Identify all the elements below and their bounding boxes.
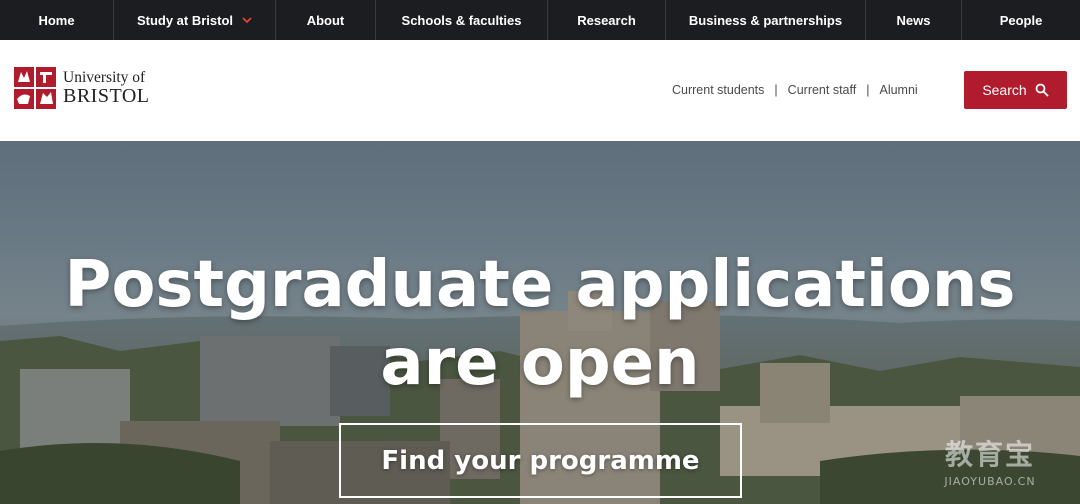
hero-banner: Postgraduate applications are open Find … <box>0 141 1080 504</box>
logo-line-1: University of <box>63 68 146 86</box>
hero-headline: Postgraduate applications are open <box>64 248 1016 400</box>
site-header: University of BRISTOL Current students |… <box>0 40 1080 141</box>
find-your-programme-button[interactable]: Find your programme <box>339 423 742 498</box>
nav-item-home[interactable]: Home <box>0 0 114 40</box>
nav-item-label: Business & partnerships <box>688 12 843 28</box>
nav-item-label: People <box>999 12 1043 28</box>
link-current-students[interactable]: Current students <box>672 83 764 97</box>
nav-item-people[interactable]: People <box>962 0 1080 40</box>
nav-item-research[interactable]: Research <box>548 0 666 40</box>
nav-item-label: News <box>896 12 931 28</box>
search-icon <box>1035 83 1049 97</box>
nav-item-label: Schools & faculties <box>401 12 522 28</box>
link-current-staff[interactable]: Current staff <box>788 83 857 97</box>
utility-links: Current students | Current staff | Alumn… <box>672 83 918 97</box>
logo-wordmark: University of BRISTOL <box>63 70 149 107</box>
nav-item-label: Home <box>38 12 75 28</box>
nav-item-about[interactable]: About <box>276 0 376 40</box>
nav-item-study-at-bristol[interactable]: Study at Bristol <box>114 0 276 40</box>
logo-line-2: BRISTOL <box>63 85 150 108</box>
search-button[interactable]: Search <box>964 71 1067 109</box>
university-logo[interactable]: University of BRISTOL <box>13 65 165 111</box>
chevron-down-icon <box>242 17 252 24</box>
university-crest-icon <box>13 66 57 110</box>
watermark: 教育宝 JIAOYUBAO.CN <box>915 433 1065 488</box>
nav-item-label: Study at Bristol <box>136 12 234 28</box>
link-separator: | <box>774 83 778 97</box>
link-separator: | <box>866 83 870 97</box>
nav-item-news[interactable]: News <box>866 0 962 40</box>
link-alumni[interactable]: Alumni <box>879 83 917 97</box>
watermark-line-2: JIAOYUBAO.CN <box>944 475 1036 488</box>
nav-item-label: About <box>306 12 345 28</box>
top-navigation: Home Study at Bristol About Schools & fa… <box>0 0 1080 40</box>
watermark-line-1: 教育宝 <box>944 438 1035 471</box>
nav-item-business-partnerships[interactable]: Business & partnerships <box>666 0 866 40</box>
nav-item-label: Research <box>577 12 636 28</box>
cta-label: Find your programme <box>381 445 700 476</box>
search-button-label: Search <box>982 82 1027 98</box>
nav-item-schools-faculties[interactable]: Schools & faculties <box>376 0 548 40</box>
